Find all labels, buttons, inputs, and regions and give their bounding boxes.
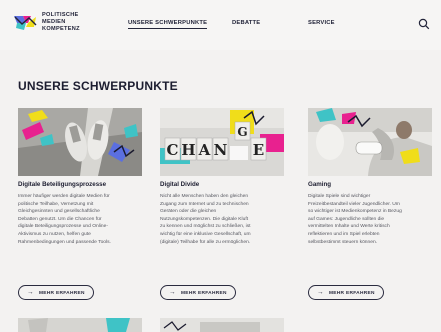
card-text-line: Debatten genutzt. Um die Chancen für [18, 216, 102, 222]
logo[interactable]: POLITISCHE MEDIEN KOMPETENZ [14, 12, 134, 38]
more-button-label: MEHR ERFAHREN [329, 291, 375, 296]
card-description: Nicht alle Menschen haben den gleichen Z… [160, 193, 284, 246]
card-image-gaming[interactable] [308, 108, 432, 176]
card-description: Immer häufiger werden digitale Medien fü… [18, 193, 142, 246]
arrow-right-icon: → [317, 289, 324, 296]
nav-item-debatte[interactable]: DEBATTE [232, 20, 260, 26]
card-text-line: Gleichgesinnten und gesellschaftliche [18, 209, 100, 215]
arrow-right-icon: → [169, 289, 176, 296]
card-text-line: wichtig für eine inklusive Gesellschaft,… [160, 231, 251, 237]
card-text-line: so wichtiger ist Medienkompetenz in Bezu… [308, 209, 402, 215]
nav-item-service[interactable]: SERVICE [308, 20, 335, 26]
card-text-line: digitale Beteiligungsprozesse und Online… [18, 224, 108, 230]
card-title: Gaming [308, 181, 332, 188]
card-text-line: vermittelten Inhalte und Werte kritisch [308, 224, 390, 230]
card-text-line: zu kennen und möglichst zu schließen, is… [160, 224, 251, 230]
card-text-line: (digitale) Teilhabe für alle zu ermöglic… [160, 239, 251, 245]
card-image-partial[interactable] [160, 318, 284, 332]
card-text-line: Rahmenbedingungen und passende Tools. [18, 239, 111, 245]
logo-line: POLITISCHE [42, 12, 79, 18]
more-button[interactable]: → MEHR ERFAHREN [308, 285, 384, 300]
more-button[interactable]: → MEHR ERFAHREN [18, 285, 94, 300]
card-text-line: Immer häufiger werden digitale Medien fü… [18, 194, 110, 199]
arrow-right-icon: → [27, 289, 34, 296]
nav-item-unsere-schwerpunkte[interactable]: UNSERE SCHWERPUNKTE [128, 20, 208, 29]
card-title: Digitale Beteiligungsprozesse [18, 181, 107, 188]
logo-mark-icon [14, 16, 37, 30]
svg-text:E: E [253, 141, 264, 159]
card-text-line: Digitale Spiele sind wichtiger [308, 194, 371, 199]
card-text-line: Freizeitbestandteil vieler Jugendlicher.… [308, 201, 400, 207]
card-text-line: Zugang zum Internet und zu technischen [160, 201, 249, 207]
logo-line: KOMPETENZ [42, 25, 80, 32]
page-title: UNSERE SCHWERPUNKTE [18, 79, 178, 93]
card-image-sneakers[interactable] [18, 108, 142, 176]
card-text-line: reflektieren und im Spiel erlebten [308, 231, 380, 237]
svg-text:G: G [237, 125, 247, 139]
card-description: Digitale Spiele sind wichtiger Freizeitb… [308, 193, 432, 246]
card-image-partial[interactable] [18, 318, 142, 332]
page: POLITISCHE MEDIEN KOMPETENZ UNSERE SCHWE… [0, 0, 441, 332]
card-image-chance-blocks[interactable]: C H A N G E [160, 108, 284, 176]
card-text-line: auf Games: Jugendliche sollten die [308, 216, 385, 222]
svg-text:N: N [214, 141, 228, 159]
search-icon[interactable] [418, 18, 430, 30]
svg-text:H: H [181, 141, 195, 159]
logo-text: POLITISCHE MEDIEN KOMPETENZ [42, 12, 80, 32]
site-header: POLITISCHE MEDIEN KOMPETENZ UNSERE SCHWE… [0, 0, 441, 50]
card-text-line: Geräten oder die gleichen [160, 209, 217, 215]
more-button-label: MEHR ERFAHREN [39, 291, 85, 296]
more-button-label: MEHR ERFAHREN [181, 291, 227, 296]
card-text-line: Nicht alle Menschen haben den gleichen [160, 194, 249, 199]
svg-text:A: A [198, 141, 211, 159]
more-button[interactable]: → MEHR ERFAHREN [160, 285, 236, 300]
card-text-line: Nutzungskompetenzen. Die digitale Kluft [160, 216, 249, 222]
card-title: Digital Divide [160, 181, 200, 188]
card-text-line: politische Teilhabe, Vernetzung mit [18, 201, 94, 207]
svg-text:C: C [167, 141, 179, 159]
logo-line: MEDIEN [42, 18, 66, 25]
card-text-line: selbstbestimmt steuern können. [308, 239, 378, 245]
card-text-line: Aktivismus zu nutzen, helfen gute [18, 231, 91, 237]
